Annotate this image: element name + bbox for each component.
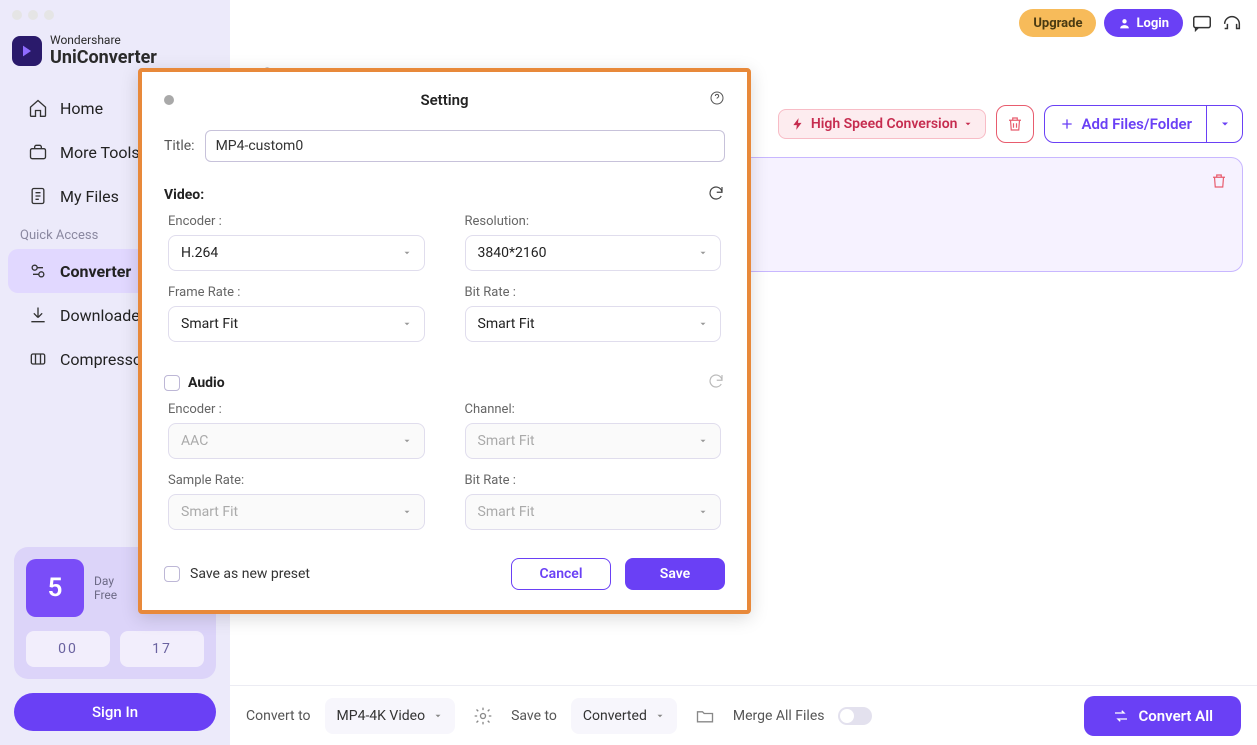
settings-modal: Setting Title: Video: Encoder : H.264 Re… (138, 68, 751, 614)
add-files-dropdown[interactable] (1206, 106, 1242, 142)
trial-day-label: Day (94, 574, 117, 588)
chevron-down-icon (963, 119, 973, 129)
add-files-label: Add Files/Folder (1081, 115, 1192, 133)
convert-all-button[interactable]: Convert All (1084, 696, 1241, 736)
trash-icon (1006, 115, 1024, 133)
converter-icon (28, 261, 48, 281)
refresh-icon (707, 372, 725, 390)
brand-top: Wondershare (50, 33, 121, 47)
login-label: Login (1136, 16, 1169, 31)
encoder-label: Encoder : (168, 214, 425, 229)
brand-main: UniConverter (50, 48, 157, 69)
chevron-down-icon (698, 507, 708, 517)
save-button[interactable]: Save (625, 558, 725, 590)
convert-all-label: Convert All (1138, 707, 1213, 725)
download-icon (28, 305, 48, 325)
audio-section-label: Audio (188, 375, 225, 391)
audio-samplerate-label: Sample Rate: (168, 473, 425, 488)
chevron-down-icon (402, 436, 412, 446)
bitrate-select[interactable]: Smart Fit (465, 306, 722, 342)
trial-sub-label: Free (94, 588, 117, 602)
logo-icon (12, 36, 42, 66)
save-preset-checkbox[interactable] (164, 566, 180, 582)
chevron-down-icon (402, 507, 412, 517)
sign-in-button[interactable]: Sign In (14, 693, 216, 731)
upgrade-button[interactable]: Upgrade (1019, 9, 1096, 37)
framerate-select[interactable]: Smart Fit (168, 306, 425, 342)
cancel-button[interactable]: Cancel (511, 558, 611, 590)
add-files-button[interactable]: Add Files/Folder (1044, 105, 1243, 143)
bottombar: Convert to MP4-4K Video Save to Converte… (230, 685, 1257, 745)
resolution-label: Resolution: (465, 214, 722, 229)
audio-bitrate-label: Bit Rate : (465, 473, 722, 488)
save-to-value: Converted (583, 708, 647, 724)
chevron-down-icon (655, 711, 665, 721)
audio-bitrate-select[interactable]: Smart Fit (465, 494, 722, 530)
merge-label: Merge All Files (733, 708, 825, 724)
convert-to-label: Convert to (246, 708, 311, 724)
sidebar-item-label: More Tools (60, 143, 140, 162)
topbar: Upgrade Login (230, 0, 1257, 46)
save-to-label: Save to (511, 708, 557, 724)
hsc-label: High Speed Conversion (811, 116, 958, 132)
title-input[interactable] (205, 130, 725, 162)
bitrate-label: Bit Rate : (465, 285, 722, 300)
chevron-down-icon (698, 319, 708, 329)
high-speed-conversion-toggle[interactable]: High Speed Conversion (778, 109, 987, 139)
title-field-label: Title: (164, 138, 195, 154)
folder-icon (695, 706, 715, 726)
save-preset-label: Save as new preset (190, 566, 310, 582)
file-icon (28, 186, 48, 206)
sidebar-item-label: Downloader (60, 306, 145, 325)
home-icon (28, 98, 48, 118)
audio-enable-checkbox[interactable] (164, 375, 180, 391)
compress-icon (28, 349, 48, 369)
audio-reset-button[interactable] (707, 372, 725, 394)
merge-toggle[interactable] (838, 707, 872, 725)
audio-channel-select[interactable]: Smart Fit (465, 423, 722, 459)
open-folder-button[interactable] (691, 702, 719, 730)
sidebar-item-label: Converter (60, 262, 131, 281)
file-delete-button[interactable] (1210, 172, 1228, 194)
sidebar-item-label: Compressor (60, 350, 147, 369)
sidebar-item-label: Home (60, 99, 103, 118)
chevron-down-icon (402, 319, 412, 329)
global-settings-button[interactable] (469, 702, 497, 730)
convert-to-value: MP4-4K Video (337, 708, 426, 724)
video-section-label: Video: (164, 187, 204, 203)
video-reset-button[interactable] (707, 184, 725, 206)
bolt-icon (791, 117, 805, 131)
audio-samplerate-select[interactable]: Smart Fit (168, 494, 425, 530)
delete-all-button[interactable] (996, 105, 1034, 143)
audio-encoder-label: Encoder : (168, 402, 425, 417)
save-to-select[interactable]: Converted (571, 698, 677, 734)
audio-channel-label: Channel: (465, 402, 722, 417)
refresh-icon (707, 184, 725, 202)
trial-counter-a: 00 (26, 631, 110, 667)
headset-icon[interactable] (1221, 12, 1243, 34)
chevron-down-icon (402, 248, 412, 258)
convert-to-select[interactable]: MP4-4K Video (325, 698, 456, 734)
modal-title: Setting (164, 91, 725, 109)
login-button[interactable]: Login (1104, 9, 1183, 37)
chevron-down-icon (433, 711, 443, 721)
user-icon (1118, 17, 1131, 30)
chat-icon[interactable] (1191, 12, 1213, 34)
audio-encoder-select[interactable]: AAC (168, 423, 425, 459)
trash-icon (1210, 172, 1228, 190)
chevron-down-icon (1219, 118, 1231, 130)
framerate-label: Frame Rate : (168, 285, 425, 300)
window-traffic-lights (0, 10, 230, 26)
trial-counter-b: 17 (120, 631, 204, 667)
chevron-down-icon (698, 248, 708, 258)
sidebar-item-label: My Files (60, 187, 119, 206)
gear-icon (473, 706, 493, 726)
chevron-down-icon (698, 436, 708, 446)
toolbox-icon (28, 142, 48, 162)
convert-icon (1112, 707, 1130, 725)
encoder-select[interactable]: H.264 (168, 235, 425, 271)
trial-days-number: 5 (26, 559, 84, 617)
resolution-select[interactable]: 3840*2160 (465, 235, 722, 271)
plus-icon (1059, 116, 1075, 132)
